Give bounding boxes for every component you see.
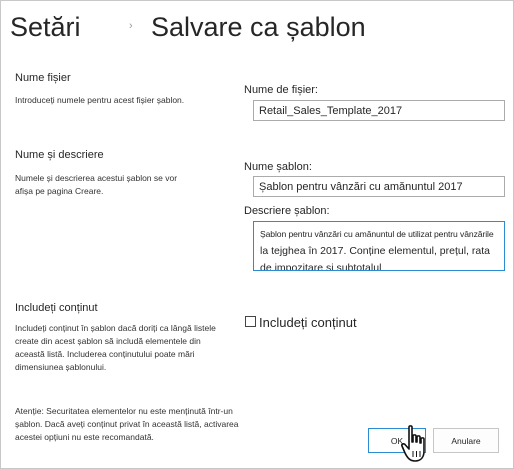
hand-pointer-icon — [401, 425, 425, 462]
template-description-textarea[interactable]: Șablon pentru vânzări cu amănuntul de ut… — [253, 221, 505, 271]
name-description-section-description: Numele și descrierea acestui șablon se v… — [15, 173, 178, 196]
breadcrumb-settings-link[interactable]: Setări — [10, 12, 81, 43]
file-name-section-title: Nume fișier — [15, 72, 71, 84]
file-name-section-description: Introduceți numele pentru acest fișier ș… — [15, 95, 185, 105]
file-name-field-label: Nume de fișier: — [244, 84, 318, 96]
file-name-input[interactable]: Retail_Sales_Template_2017 — [253, 100, 505, 121]
include-content-checkbox-label[interactable]: Includeți conținut — [259, 315, 357, 330]
name-description-section-title: Nume și descriere — [15, 149, 104, 161]
page-title: Salvare ca șablon — [151, 12, 366, 42]
include-content-checkbox[interactable] — [245, 316, 256, 327]
template-description-rest: la tejghea în 2017. Conține elementul, p… — [260, 245, 490, 271]
breadcrumb-separator-icon: › — [129, 20, 133, 32]
include-content-warning: Atenție: Securitatea elementelor nu este… — [15, 406, 239, 442]
file-name-input-value: Retail_Sales_Template_2017 — [259, 104, 403, 117]
template-name-input[interactable]: Șablon pentru vânzări cu amănuntul 2017 — [253, 176, 505, 197]
template-name-input-value: Șablon pentru vânzări cu amănuntul 2017 — [259, 180, 463, 193]
template-name-field-label: Nume șablon: — [244, 161, 312, 173]
cancel-button[interactable]: Anulare — [433, 428, 499, 453]
template-description-field-label: Descriere șablon: — [244, 205, 330, 217]
cancel-button-label: Anulare — [451, 435, 481, 446]
template-description-line1: Șablon pentru vânzări cu amănuntul de ut… — [260, 229, 494, 239]
include-content-section-description: Includeți conținut în șablon dacă doriți… — [15, 323, 216, 372]
include-content-section-title: Includeți conținut — [15, 302, 98, 314]
